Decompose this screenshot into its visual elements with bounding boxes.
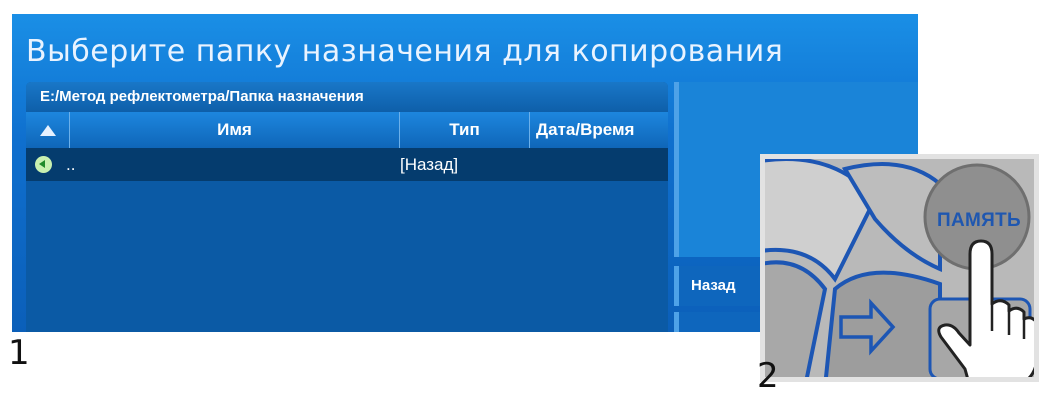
sort-button[interactable] xyxy=(26,112,70,148)
sort-up-icon xyxy=(39,125,56,137)
back-arrow-icon xyxy=(35,156,52,173)
row-name: .. xyxy=(66,155,76,174)
column-header-name[interactable]: Имя xyxy=(70,112,400,148)
row-type: [Назад] xyxy=(400,155,459,174)
column-header-type[interactable]: Тип xyxy=(400,112,530,148)
back-button-label: Назад xyxy=(691,277,736,294)
memory-button-label: ПАМЯТЬ xyxy=(937,210,1021,231)
keypad-illustration xyxy=(765,159,1034,377)
dialog-title: Выберите папку назначения для копировани… xyxy=(26,34,784,69)
table-row[interactable]: .. [Назад] xyxy=(26,148,668,181)
step-label-1: 1 xyxy=(8,333,30,373)
path-bar: E:/Метод рефлектометра/Папка назначения xyxy=(26,82,668,112)
step-label-2: 2 xyxy=(757,356,779,396)
file-browser: E:/Метод рефлектометра/Папка назначения … xyxy=(26,82,668,332)
keypad-inset: ПАМЯТЬ xyxy=(760,154,1039,382)
table-header: Имя Тип Дата/Время xyxy=(26,112,668,148)
column-header-date[interactable]: Дата/Время xyxy=(530,112,668,148)
